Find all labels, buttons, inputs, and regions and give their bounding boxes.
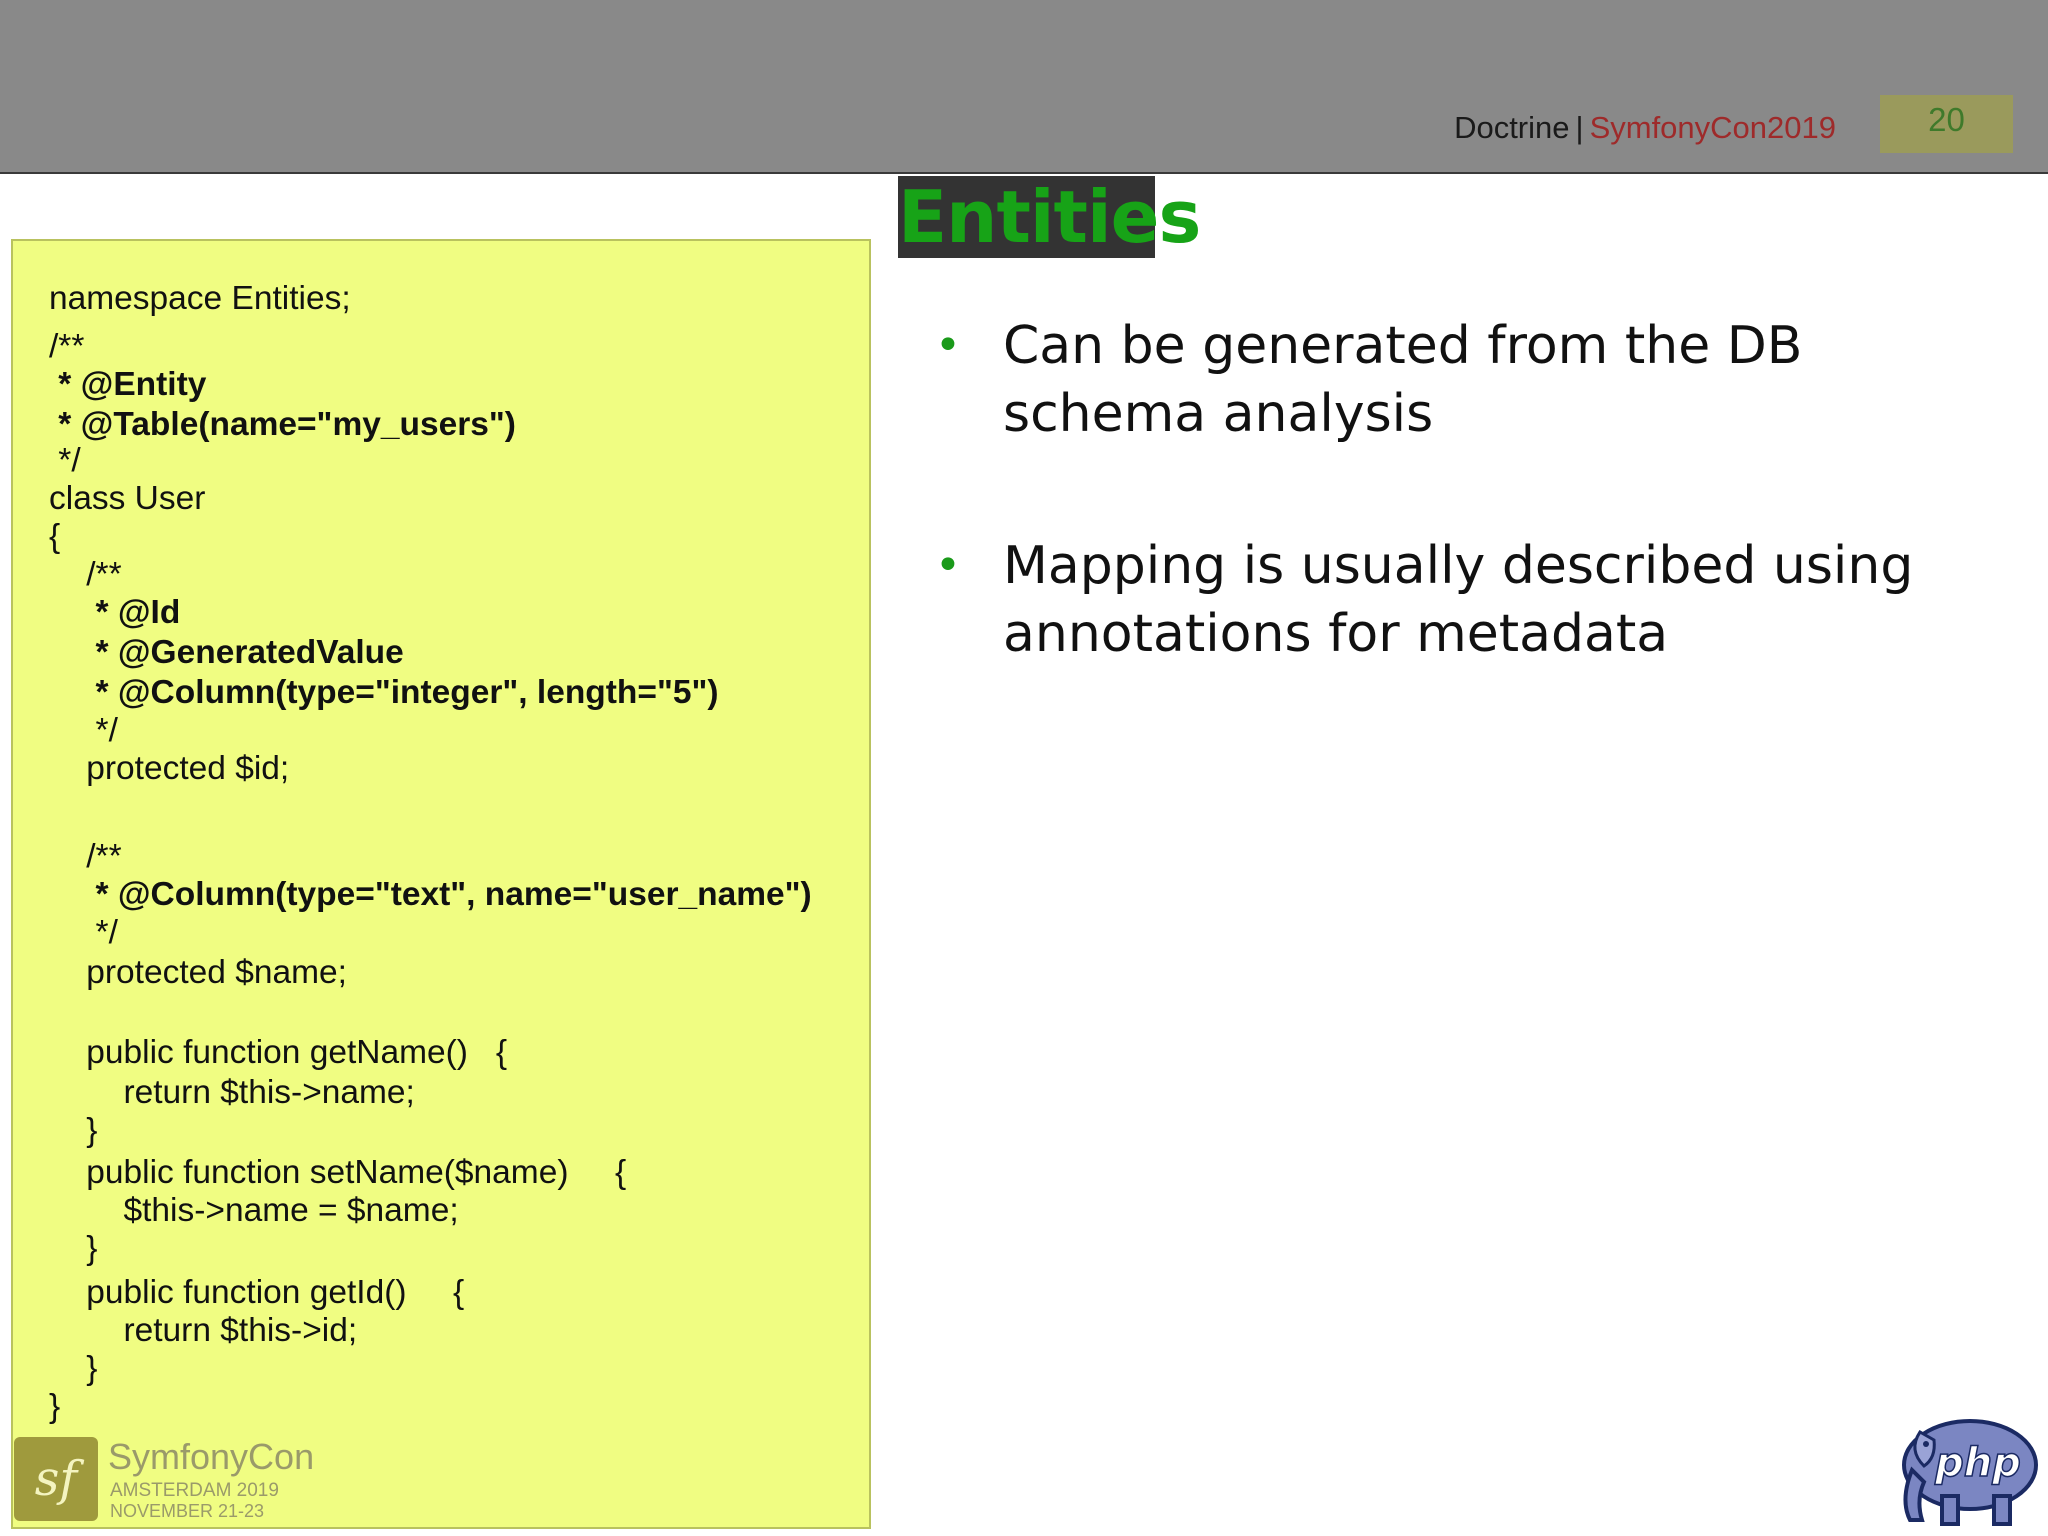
code-line: /** — [49, 328, 85, 365]
code-line: } — [49, 1350, 98, 1387]
code-line: /** — [49, 556, 122, 593]
header-separator: | — [1575, 110, 1584, 145]
code-line: { — [49, 518, 61, 555]
slide-title: Entities — [898, 175, 1201, 259]
slide-header: Doctrine | SymfonyCon2019 20 — [0, 0, 2048, 174]
code-block: namespace Entities; /** * @Entity * @Tabl… — [11, 239, 871, 1529]
code-line: protected $id; — [49, 750, 290, 787]
page-number-badge: 20 — [1880, 95, 2013, 153]
header-caption: Doctrine | SymfonyCon2019 — [1454, 110, 1836, 146]
code-line: */ — [49, 914, 118, 951]
code-line: class User — [49, 480, 206, 517]
code-line: * @Id — [49, 594, 181, 631]
code-line: /** — [49, 838, 122, 875]
symfonycon-logo: sf SymfonyCon AMSTERDAM 2019 NOVEMBER 21… — [14, 1437, 314, 1523]
code-line: */ — [49, 712, 118, 749]
code-line: * @Column(type="text", name="user_name") — [49, 876, 812, 913]
code-line: * @Table(name="my_users") — [49, 406, 516, 443]
code-line: namespace Entities; — [49, 280, 351, 317]
bullet-marker: • — [935, 320, 961, 371]
code-line: public function setName($name) { — [49, 1154, 627, 1191]
php-elephant-icon: php — [1902, 1419, 2038, 1526]
code-line: } — [49, 1112, 98, 1149]
symfony-icon: sf — [14, 1437, 98, 1521]
code-line: } — [49, 1388, 61, 1425]
code-line: protected $name; — [49, 954, 347, 991]
code-line: public function getId() { — [49, 1274, 465, 1311]
bullet-text: Mapping is usually described using annot… — [1003, 536, 1914, 664]
code-line: * @GeneratedValue — [49, 634, 404, 671]
symfonycon-date: NOVEMBER 21-23 — [110, 1501, 265, 1521]
code-line: * @Entity — [49, 366, 207, 403]
symfonycon-name: SymfonyCon — [108, 1436, 315, 1477]
conference-name: SymfonyCon2019 — [1589, 110, 1836, 145]
code-line: return $this->id; — [49, 1312, 358, 1349]
code-line: } — [49, 1230, 98, 1267]
code-line: */ — [49, 442, 81, 479]
php-logo-text: php — [1934, 1440, 2021, 1486]
code-line: return $this->name; — [49, 1074, 415, 1111]
code-line: * @Column(type="integer", length="5") — [49, 674, 719, 711]
bullet-marker: • — [935, 540, 961, 591]
code-line: $this->name = $name; — [49, 1192, 459, 1229]
doc-title: Doctrine — [1454, 110, 1570, 145]
code-line: public function getName() { — [49, 1034, 508, 1071]
bullet-text: Can be generated from the DB schema anal… — [1003, 316, 1803, 444]
symfonycon-place: AMSTERDAM 2019 — [110, 1480, 279, 1501]
